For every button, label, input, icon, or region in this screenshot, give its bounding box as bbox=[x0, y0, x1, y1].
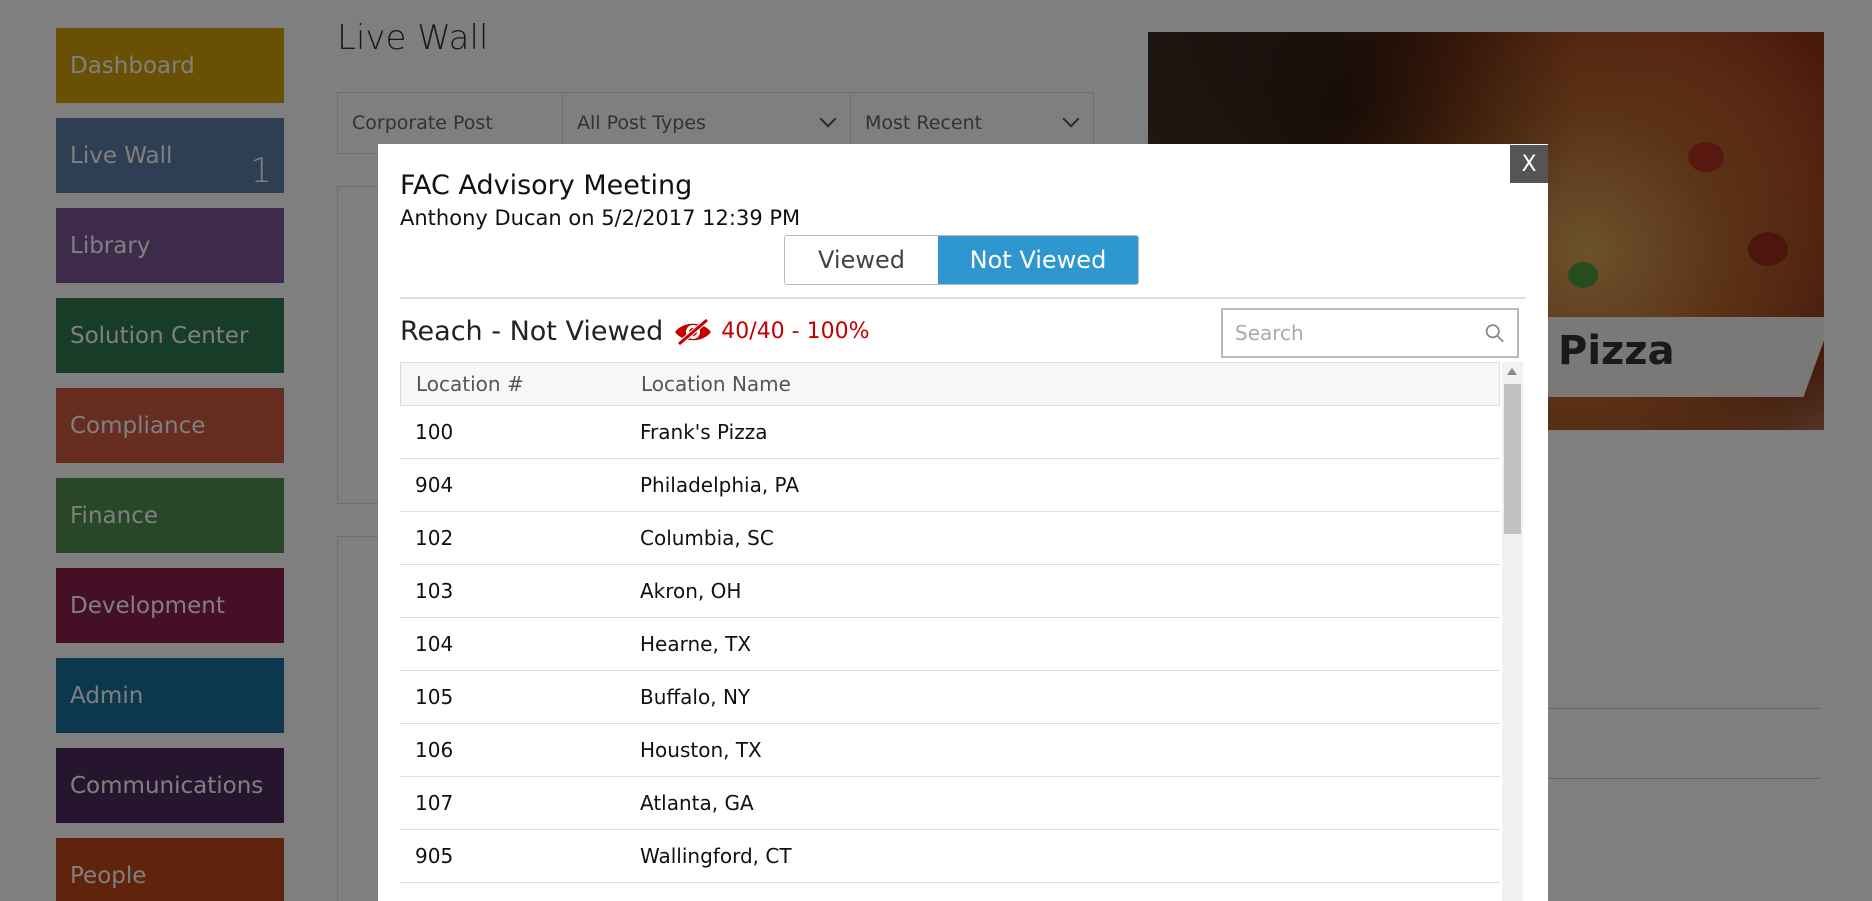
table-header: Location # Location Name bbox=[400, 362, 1500, 406]
location-name: Frank's Pizza bbox=[640, 420, 768, 444]
reach-modal: FAC Advisory Meeting Anthony Ducan on 5/… bbox=[378, 144, 1548, 901]
locations-table: Location # Location Name 100 Frank's Pizz… bbox=[400, 362, 1500, 883]
modal-subtitle: Anthony Ducan on 5/2/2017 12:39 PM bbox=[400, 206, 801, 230]
view-status-toggle: Viewed Not Viewed bbox=[784, 235, 1139, 285]
eye-slash-icon bbox=[675, 317, 712, 346]
table-row[interactable]: 103 Akron, OH bbox=[400, 565, 1500, 618]
location-name: Columbia, SC bbox=[640, 526, 774, 550]
reach-value: 40/40 - 100% bbox=[721, 319, 870, 344]
table-row[interactable]: 905 Wallingford, CT bbox=[400, 830, 1500, 883]
location-name: Houston, TX bbox=[640, 738, 762, 762]
tab-not-viewed[interactable]: Not Viewed bbox=[938, 236, 1138, 284]
location-number: 104 bbox=[415, 632, 454, 656]
search-input[interactable] bbox=[1235, 321, 1484, 345]
location-number: 106 bbox=[415, 738, 454, 762]
location-number: 105 bbox=[415, 685, 454, 709]
divider bbox=[400, 297, 1526, 299]
column-header-location-number[interactable]: Location # bbox=[401, 372, 641, 396]
location-name: Hearne, TX bbox=[640, 632, 752, 656]
table-row[interactable]: 100 Frank's Pizza bbox=[400, 406, 1500, 459]
reach-summary: Reach - Not Viewed 40/40 - 100% bbox=[400, 316, 870, 347]
location-number: 103 bbox=[415, 579, 454, 603]
location-name: Buffalo, NY bbox=[640, 685, 751, 709]
scroll-up-arrow-icon[interactable] bbox=[1507, 368, 1517, 375]
location-number: 107 bbox=[415, 791, 454, 815]
location-number: 100 bbox=[415, 420, 454, 444]
table-row[interactable]: 107 Atlanta, GA bbox=[400, 777, 1500, 830]
close-button[interactable]: X bbox=[1510, 145, 1548, 183]
search-box bbox=[1221, 308, 1519, 358]
table-scrollbar[interactable] bbox=[1502, 362, 1523, 901]
location-name: Akron, OH bbox=[640, 579, 742, 603]
table-row[interactable]: 104 Hearne, TX bbox=[400, 618, 1500, 671]
table-row[interactable]: 904 Philadelphia, PA bbox=[400, 459, 1500, 512]
table-row[interactable]: 105 Buffalo, NY bbox=[400, 671, 1500, 724]
location-number: 102 bbox=[415, 526, 454, 550]
column-header-location-name[interactable]: Location Name bbox=[641, 372, 1499, 396]
scrollbar-thumb[interactable] bbox=[1504, 384, 1521, 534]
location-name: Philadelphia, PA bbox=[640, 473, 800, 497]
location-name: Wallingford, CT bbox=[640, 844, 792, 868]
table-row[interactable]: 106 Houston, TX bbox=[400, 724, 1500, 777]
location-number: 905 bbox=[415, 844, 454, 868]
tab-viewed[interactable]: Viewed bbox=[785, 236, 938, 284]
modal-title: FAC Advisory Meeting bbox=[400, 170, 693, 201]
location-number: 904 bbox=[415, 473, 454, 497]
reach-label: Reach - Not Viewed bbox=[400, 316, 664, 347]
search-icon[interactable] bbox=[1484, 321, 1505, 345]
location-name: Atlanta, GA bbox=[640, 791, 754, 815]
table-row[interactable]: 102 Columbia, SC bbox=[400, 512, 1500, 565]
